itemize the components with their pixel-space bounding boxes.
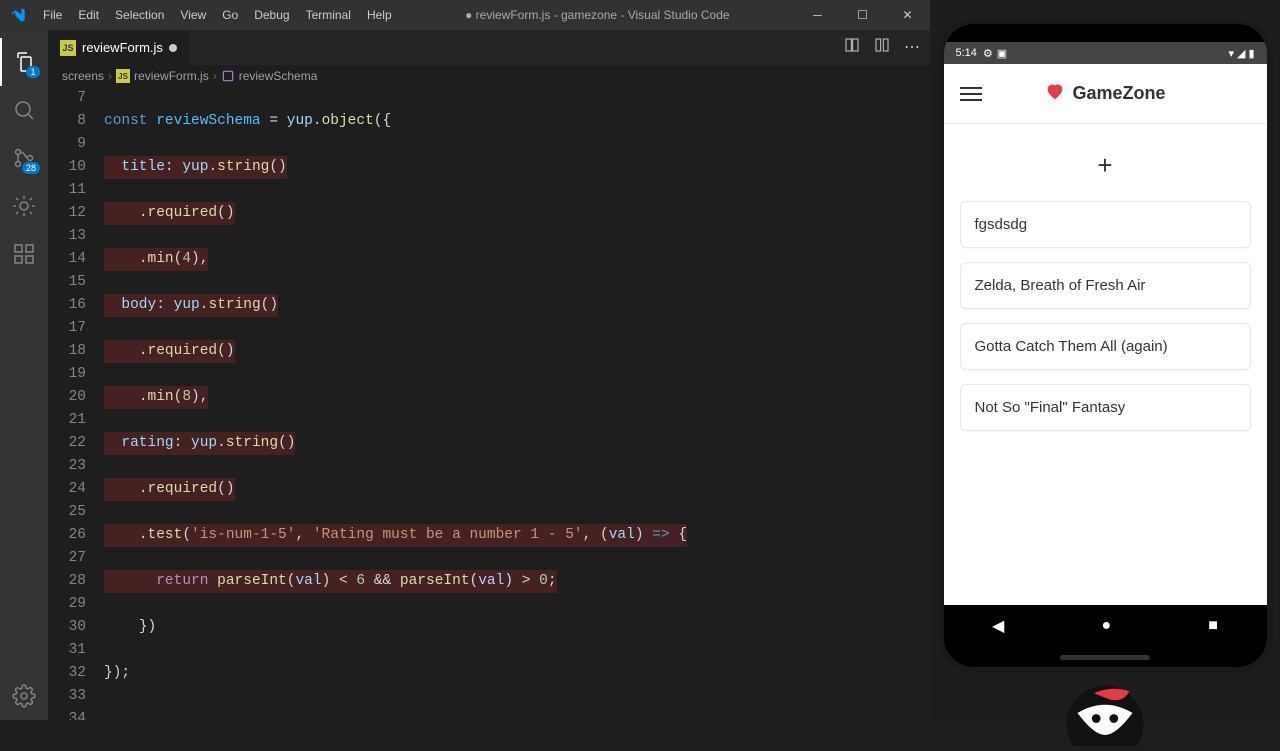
list-item[interactable]: Zelda, Breath of Fresh Air	[960, 262, 1251, 309]
chevron-right-icon: ›	[213, 69, 217, 83]
js-icon: JS	[116, 69, 130, 83]
phone-nav-bar: ◀ ● ■	[944, 605, 1267, 647]
scm-badge: 28	[22, 162, 40, 174]
window-title: ● reviewForm.js - gamezone - Visual Stud…	[400, 8, 795, 22]
menu-debug[interactable]: Debug	[246, 0, 297, 30]
split-icon[interactable]	[874, 37, 890, 58]
close-button[interactable]: ✕	[885, 0, 930, 30]
breadcrumbs[interactable]: screens › JS reviewForm.js › reviewSchem…	[48, 65, 930, 87]
heart-icon	[1044, 80, 1066, 107]
explorer-icon[interactable]: 1	[0, 38, 48, 86]
breadcrumb-symbol[interactable]: reviewSchema	[239, 69, 318, 83]
more-icon[interactable]: ⋯	[904, 37, 920, 58]
title-bar: File Edit Selection View Go Debug Termin…	[0, 0, 930, 30]
line-gutter: 7891011121314151617181920212223242526272…	[48, 87, 104, 720]
menu-view[interactable]: View	[172, 0, 214, 30]
code-content[interactable]: const reviewSchema = yup.object({ title:…	[104, 87, 930, 720]
explorer-badge: 1	[26, 66, 40, 78]
nav-back-icon[interactable]: ◀	[992, 616, 1004, 636]
compare-icon[interactable]	[844, 37, 860, 58]
debug-icon[interactable]	[0, 182, 48, 230]
menu-selection[interactable]: Selection	[107, 0, 172, 30]
breadcrumb-file[interactable]: reviewForm.js	[134, 69, 209, 83]
vscode-logo-icon	[0, 7, 35, 23]
menu-edit[interactable]: Edit	[70, 0, 107, 30]
phone-time: 5:14	[956, 47, 977, 59]
search-icon[interactable]	[0, 86, 48, 134]
signal-icon: ◢	[1237, 47, 1245, 60]
battery-icon: ▮	[1248, 47, 1254, 60]
status-gear-icon: ⚙	[983, 47, 993, 60]
scm-icon[interactable]: 28	[0, 134, 48, 182]
modified-dot-icon	[169, 44, 177, 52]
app-header: GameZone	[944, 64, 1267, 124]
nav-recents-icon[interactable]: ■	[1208, 617, 1218, 635]
phone-emulator: 5:14 ⚙ ▣ ▾ ◢ ▮ GameZone	[930, 0, 1280, 720]
list-item[interactable]: fgsdsdg	[960, 201, 1251, 248]
menu-help[interactable]: Help	[359, 0, 400, 30]
tab-reviewform[interactable]: JS reviewForm.js	[48, 30, 190, 65]
add-button[interactable]: +	[960, 150, 1251, 181]
status-android-icon: ▣	[997, 47, 1007, 60]
settings-icon[interactable]	[0, 672, 48, 720]
editor[interactable]: 7891011121314151617181920212223242526272…	[48, 87, 930, 720]
breadcrumb-folder[interactable]: screens	[62, 69, 104, 83]
menu-file[interactable]: File	[35, 0, 70, 30]
menu-terminal[interactable]: Terminal	[298, 0, 359, 30]
list-item[interactable]: Not So "Final" Fantasy	[960, 384, 1251, 431]
nav-home-icon[interactable]: ●	[1101, 617, 1111, 635]
menu-go[interactable]: Go	[214, 0, 246, 30]
wifi-icon: ▾	[1228, 47, 1234, 60]
symbol-icon	[221, 69, 235, 83]
maximize-button[interactable]: ☐	[840, 0, 885, 30]
chevron-right-icon: ›	[108, 69, 112, 83]
app-title: GameZone	[1072, 83, 1165, 104]
phone-status-bar: 5:14 ⚙ ▣ ▾ ◢ ▮	[944, 42, 1267, 64]
tab-filename: reviewForm.js	[82, 40, 163, 55]
extensions-icon[interactable]	[0, 230, 48, 278]
ninja-logo-icon	[1050, 680, 1160, 740]
js-icon: JS	[60, 40, 76, 56]
minimize-button[interactable]: ─	[795, 0, 840, 30]
activity-bar: 1 28	[0, 30, 48, 720]
tabs-bar: JS reviewForm.js ⋯	[48, 30, 930, 65]
hamburger-icon[interactable]	[960, 83, 982, 105]
list-item[interactable]: Gotta Catch Them All (again)	[960, 323, 1251, 370]
